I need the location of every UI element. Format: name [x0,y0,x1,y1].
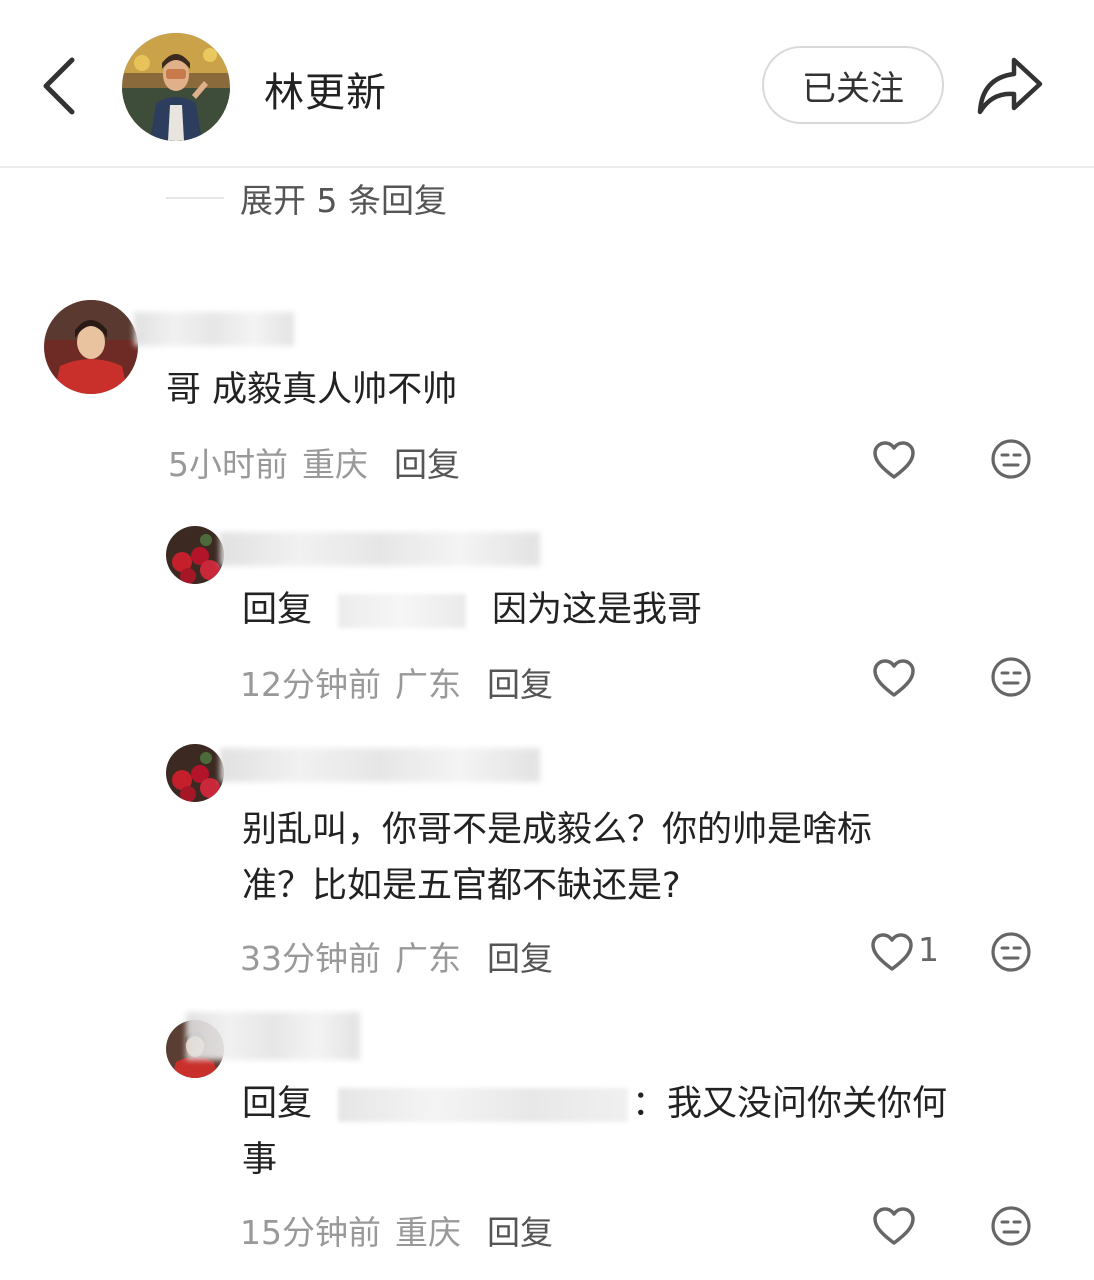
divider [166,197,224,199]
top-bar: 林更新 已关注 [0,0,1094,168]
comment-time: 33分钟前 [240,939,381,978]
chevron-left-icon [43,57,75,115]
avatar[interactable] [44,300,138,394]
comment-time: 5小时前 [168,445,288,484]
share-button[interactable] [974,52,1044,118]
dislike-button[interactable] [990,656,1032,698]
reply-target-masked [338,1088,629,1122]
neutral-face-icon [991,1206,1031,1246]
avatar[interactable] [122,33,230,141]
heart-outline-icon [871,933,913,971]
reply-target-masked [338,594,467,628]
like-button[interactable] [872,658,916,698]
back-button[interactable] [36,54,86,118]
reply-button[interactable]: 回复 [487,932,553,980]
heart-outline-icon [873,1207,915,1245]
follow-button[interactable]: 已关注 [762,46,944,124]
comment-location: 广东 [395,665,461,704]
username-masked [220,748,540,782]
comment-text: 回复 ：我又没问你关你何 事 [242,1076,947,1188]
like-button[interactable] [870,932,914,972]
heart-outline-icon [873,441,915,479]
comment-line: 事 [242,1140,278,1180]
comment-line: 准？比如是五官都不缺还是? [242,866,681,906]
dislike-button[interactable] [990,931,1032,973]
heart-outline-icon [873,659,915,697]
comment-time: 12分钟前 [240,665,381,704]
reply-prefix: 回复 [242,1084,313,1124]
dislike-button[interactable] [990,438,1032,480]
comment-line: 别乱叫，你哥不是成毅么？你的帅是啥标 [242,810,873,850]
comment-meta: 5小时前 重庆 回复 [168,438,460,486]
comment-location: 广东 [395,939,461,978]
comment-time: 15分钟前 [240,1213,381,1252]
neutral-face-icon [991,932,1031,972]
comment-text: 别乱叫，你哥不是成毅么？你的帅是啥标 准？比如是五官都不缺还是? [242,802,872,914]
neutral-face-icon [991,439,1031,479]
comment-body: 因为这是我哥 [492,590,703,630]
comment-meta: 12分钟前 广东 回复 [240,658,553,706]
comment-text: 哥 成毅真人帅不帅 [166,370,458,410]
dislike-button[interactable] [990,1205,1032,1247]
like-button[interactable] [872,440,916,480]
reply-button[interactable]: 回复 [487,658,553,706]
comment-location: 重庆 [302,445,368,484]
reply-prefix: 回复 [242,590,313,630]
expand-replies-label: 展开 5 条回复 [240,181,447,220]
comment-line: 回复 ：我又没问你关你何 [242,1076,947,1132]
comment-body: ：我又没问你关你何 [632,1084,948,1124]
comment-meta: 15分钟前 重庆 回复 [240,1206,553,1254]
username-masked [134,312,294,346]
avatar[interactable] [166,526,224,584]
like-button[interactable] [872,1206,916,1246]
share-arrow-icon [977,57,1043,115]
like-count: 1 [918,930,939,969]
comment-location: 重庆 [395,1213,461,1252]
username-masked [186,1012,360,1060]
comment-text: 回复 因为这是我哥 [242,582,702,638]
expand-replies[interactable]: 展开 5 条回复 [166,176,447,220]
reply-button[interactable]: 回复 [487,1206,553,1254]
avatar[interactable] [166,744,224,802]
page-title: 林更新 [264,70,387,116]
neutral-face-icon [991,657,1031,697]
comment-meta: 33分钟前 广东 回复 [240,932,553,980]
reply-button[interactable]: 回复 [394,438,460,486]
username-masked [220,532,540,566]
